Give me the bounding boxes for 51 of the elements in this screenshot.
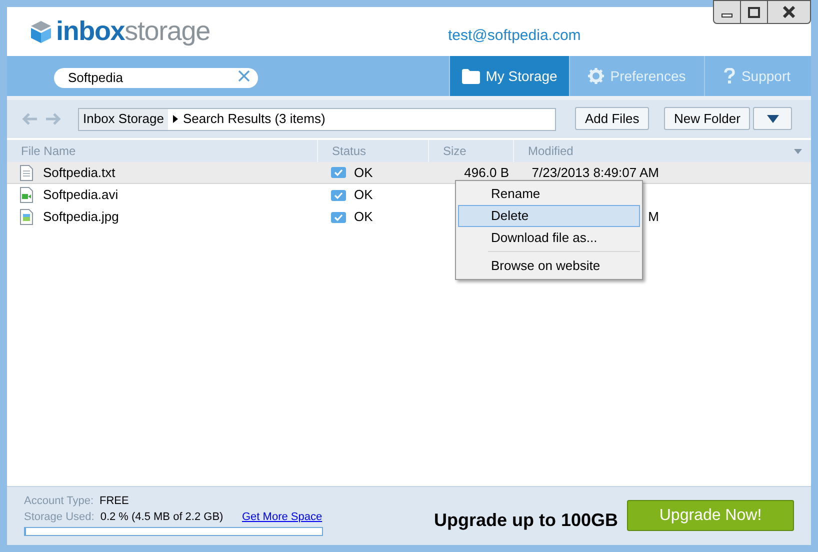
modified-date: M: [648, 208, 659, 226]
table-row[interactable]: Softpedia.txt OK 496.0 B 7/23/2013 8:49:07 AM: [7, 162, 811, 184]
status-checkbox[interactable]: [331, 167, 346, 178]
email-text: test@softpedia.com: [448, 26, 581, 46]
maximize-button[interactable]: [741, 0, 767, 24]
logo-text: inboxstorage: [56, 18, 210, 45]
promo-text: Upgrade up to 100GB: [434, 509, 618, 532]
gear-icon: [588, 68, 604, 84]
caret-icon: [766, 114, 778, 122]
modified-date: 7/23/2013 8:49:07 AM: [532, 164, 659, 182]
breadcrumb-item[interactable]: Search Results (3 items): [182, 109, 326, 129]
dropdown-button[interactable]: [753, 107, 792, 130]
back-arrow-icon[interactable]: [22, 113, 38, 125]
close-icon: [783, 6, 795, 18]
file-name: Softpedia.jpg: [43, 208, 119, 226]
file-name: Softpedia.avi: [43, 186, 118, 204]
storage-used-value: 0.2 % (4.5 MB of 2.2 GB): [100, 510, 224, 525]
question-mark-icon: [724, 68, 736, 84]
status-text: OK: [354, 186, 373, 204]
file-icon: [20, 187, 33, 203]
status-checkbox[interactable]: [331, 212, 346, 222]
file-name: Softpedia.txt: [43, 164, 116, 182]
close-button[interactable]: [767, 0, 811, 24]
menu-item[interactable]: Rename: [458, 183, 640, 205]
account-type-value: FREE: [100, 494, 129, 509]
caret-icon: [172, 115, 178, 123]
minimize-icon: [721, 13, 733, 18]
status-checkbox[interactable]: [331, 190, 346, 200]
folder-icon: [462, 68, 480, 84]
menu-item[interactable]: Browse on website: [458, 255, 640, 277]
toolbar-button[interactable]: Add Files: [575, 107, 650, 130]
menu-item[interactable]: Delete: [458, 205, 640, 227]
maximize-icon: [748, 6, 760, 18]
menu-item[interactable]: Download file as...: [458, 227, 640, 249]
storage-used-label: Storage Used:: [24, 510, 94, 525]
account-type-label: Account Type:: [24, 494, 94, 509]
search-field[interactable]: Softpedia: [54, 68, 258, 88]
status-text: OK: [354, 164, 373, 182]
file-size: 496.0 B: [464, 164, 509, 182]
toolbar-button[interactable]: New Folder: [664, 107, 750, 130]
file-icon: [20, 209, 33, 225]
clear-icon[interactable]: [238, 70, 250, 82]
sort-caret-icon[interactable]: [794, 149, 802, 154]
status-text: OK: [354, 208, 373, 226]
logo-icon: [28, 18, 54, 44]
tab[interactable]: My Storage: [449, 56, 569, 96]
breadcrumb-item[interactable]: Inbox Storage: [79, 108, 168, 130]
get-more-space-link[interactable]: Get More Space: [242, 509, 322, 526]
minimize-button[interactable]: [713, 0, 741, 24]
forward-arrow-icon[interactable]: [45, 113, 61, 125]
file-icon: [20, 164, 33, 180]
